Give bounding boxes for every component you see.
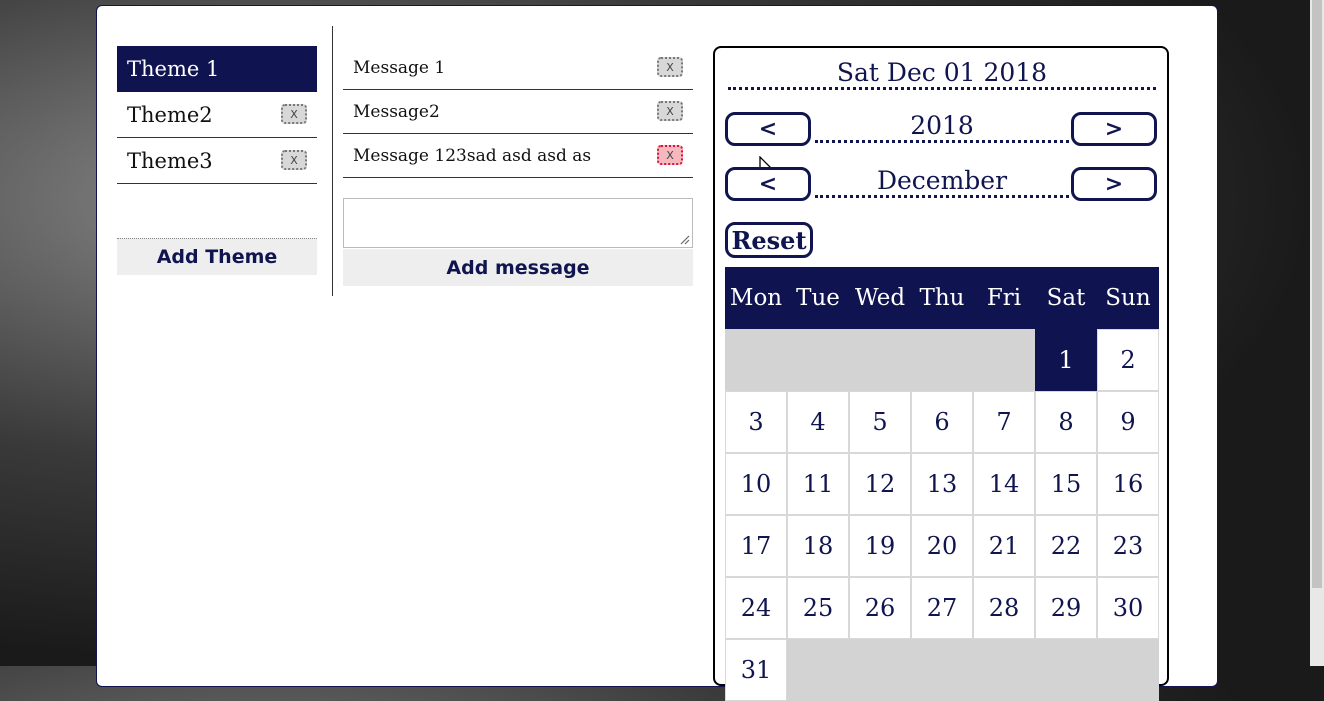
empty-day-cell <box>787 329 849 391</box>
day-cell[interactable]: 29 <box>1035 577 1097 639</box>
day-cell[interactable]: 4 <box>787 391 849 453</box>
theme-label: Theme2 <box>127 102 213 127</box>
empty-day-cell <box>725 329 787 391</box>
day-cell[interactable]: 30 <box>1097 577 1159 639</box>
theme-item[interactable]: Theme 1 <box>117 46 317 92</box>
calendar-week-row: 31 <box>725 639 1159 701</box>
year-label: 2018 <box>815 112 1069 143</box>
day-cell[interactable]: 17 <box>725 515 787 577</box>
calendar-week-row: 3456789 <box>725 391 1159 453</box>
theme-label: Theme3 <box>127 148 213 173</box>
calendar-week-row: 24 25 26 27 28 29 30 <box>725 577 1159 639</box>
day-cell[interactable]: 21 <box>973 515 1035 577</box>
message-input[interactable] <box>343 198 693 248</box>
add-message-button[interactable]: Add message <box>343 249 693 286</box>
day-cell[interactable]: 2 <box>1097 329 1159 391</box>
selected-date: Sat Dec 01 2018 <box>728 58 1156 90</box>
weekday-label: Thu <box>919 285 965 311</box>
message-text: Message2 <box>353 101 440 122</box>
weekday-label: Sat <box>1046 285 1086 311</box>
calendar-week-row: 12 <box>725 329 1159 391</box>
calendar-weeks: 1 2 3 4 5 6 7 8 9 10 11 12 13 14 15 16 17 18 19 20 21 22 23 24 2… <box>725 329 1159 701</box>
day-cell[interactable]: 12 <box>849 453 911 515</box>
day-cell[interactable]: 10 <box>725 453 787 515</box>
month-label: December <box>815 167 1069 198</box>
weekday-header: Mon Tue Wed Thu Fri Sat Sun <box>725 267 1159 329</box>
empty-day-cell <box>911 329 973 391</box>
day-cell[interactable]: 14 <box>973 453 1035 515</box>
empty-day-cell <box>849 329 911 391</box>
empty-day-cell <box>849 639 911 701</box>
weekday-label: Sun <box>1105 285 1151 311</box>
column-divider <box>332 26 333 296</box>
day-cell[interactable]: 20 <box>911 515 973 577</box>
weekday-label: Tue <box>796 285 840 311</box>
calendar-grid: Mon Tue Wed Thu Fri Sat Sun 1 2 3 4 5 6 7 8 9 10 1… <box>725 267 1159 701</box>
empty-day-cell <box>1035 639 1097 701</box>
day-cell[interactable]: 16 <box>1097 453 1159 515</box>
day-cell[interactable]: 22 <box>1035 515 1097 577</box>
message-item: Message 123sad asd asd as X <box>343 134 693 178</box>
day-cell[interactable]: 26 <box>849 577 911 639</box>
prev-year-button[interactable]: < <box>725 112 811 146</box>
day-cell[interactable]: 31 <box>725 639 787 701</box>
theme-label: Theme 1 <box>127 56 220 81</box>
page-scrollbar[interactable] <box>1310 0 1324 666</box>
day-cell[interactable]: 28 <box>973 577 1035 639</box>
day-cell[interactable]: 9 <box>1097 391 1159 453</box>
delete-message-button[interactable]: X <box>657 145 683 165</box>
day-cell[interactable]: 7 <box>973 391 1035 453</box>
message-item: Message2 X <box>343 90 693 134</box>
next-year-button[interactable]: > <box>1071 112 1157 146</box>
main-card: Theme 1 Theme2 X Theme3 X Add Theme Mess… <box>96 5 1218 701</box>
message-text: Message 123sad asd asd as <box>353 145 592 166</box>
theme-item[interactable]: Theme3 X <box>117 138 317 184</box>
scrollbar-thumb[interactable] <box>1312 0 1322 588</box>
next-month-button[interactable]: > <box>1071 167 1157 201</box>
day-cell[interactable]: 25 <box>787 577 849 639</box>
day-cell[interactable]: 15 <box>1035 453 1097 515</box>
message-text: Message 1 <box>353 57 446 78</box>
day-cell[interactable]: 27 <box>911 577 973 639</box>
delete-message-button[interactable]: X <box>657 101 683 121</box>
theme-item[interactable]: Theme2 X <box>117 92 317 138</box>
empty-day-cell <box>1097 639 1159 701</box>
message-list: Message 1 X Message2 X Message 123sad as… <box>343 46 693 178</box>
day-cell[interactable]: 1 <box>1035 329 1097 391</box>
day-cell[interactable]: 24 <box>725 577 787 639</box>
add-theme-button[interactable]: Add Theme <box>117 238 317 275</box>
calendar: Sat Dec 01 2018 < 2018 > < December > Re… <box>713 46 1169 701</box>
reset-button[interactable]: Reset <box>725 222 813 258</box>
resize-handle-icon[interactable] <box>678 233 690 245</box>
delete-message-button[interactable]: X <box>657 57 683 77</box>
weekday-label: Fri <box>986 285 1022 311</box>
calendar-week-row: 17 18 19 20 21 22 23 <box>725 515 1159 577</box>
day-cell[interactable]: 3 <box>725 391 787 453</box>
delete-theme-button[interactable]: X <box>281 104 307 124</box>
day-cell[interactable]: 6 <box>911 391 973 453</box>
day-cell[interactable]: 8 <box>1035 391 1097 453</box>
empty-day-cell <box>787 639 849 701</box>
weekday-label: Wed <box>854 285 906 311</box>
theme-list: Theme 1 Theme2 X Theme3 X <box>117 46 317 184</box>
prev-month-button[interactable]: < <box>725 167 811 201</box>
empty-day-cell <box>911 639 973 701</box>
day-cell[interactable]: 19 <box>849 515 911 577</box>
empty-day-cell <box>973 639 1035 701</box>
empty-day-cell <box>973 329 1035 391</box>
message-item: Message 1 X <box>343 46 693 90</box>
weekday-label: Mon <box>729 285 783 311</box>
calendar-week-row: 10 11 12 13 14 15 16 <box>725 453 1159 515</box>
delete-theme-button[interactable]: X <box>281 150 307 170</box>
day-cell[interactable]: 18 <box>787 515 849 577</box>
day-cell[interactable]: 13 <box>911 453 973 515</box>
day-cell[interactable]: 11 <box>787 453 849 515</box>
day-cell[interactable]: 23 <box>1097 515 1159 577</box>
day-cell[interactable]: 5 <box>849 391 911 453</box>
